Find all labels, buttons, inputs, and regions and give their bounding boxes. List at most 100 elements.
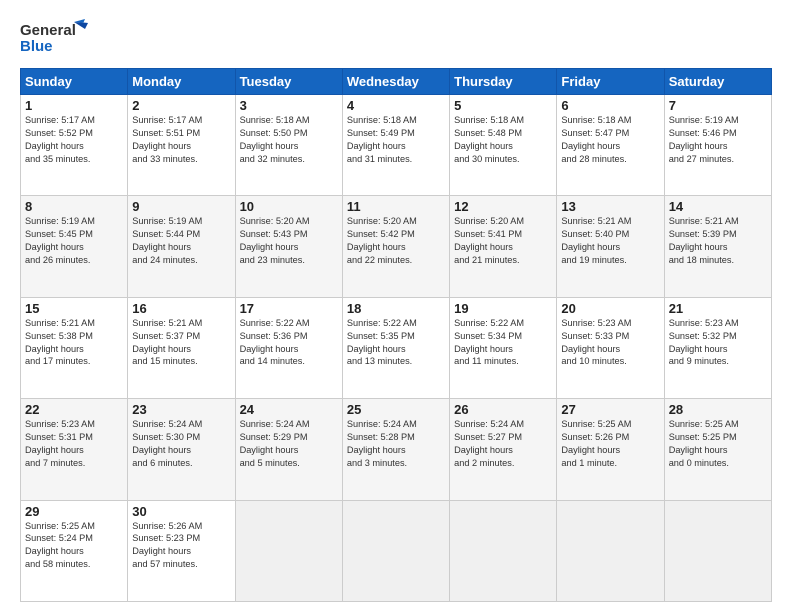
calendar-week-3: 15 Sunrise: 5:21 AMSunset: 5:38 PMDayligh… (21, 297, 772, 398)
calendar-cell: 10 Sunrise: 5:20 AMSunset: 5:43 PMDayligh… (235, 196, 342, 297)
day-number: 1 (25, 98, 123, 113)
day-number: 28 (669, 402, 767, 417)
cell-info: Sunrise: 5:19 AMSunset: 5:46 PMDaylight … (669, 115, 739, 164)
calendar-cell: 30Sunrise: 5:26 AMSunset: 5:23 PMDayligh… (128, 500, 235, 601)
calendar-header-saturday: Saturday (664, 69, 771, 95)
day-number: 8 (25, 199, 123, 214)
calendar-cell: 3Sunrise: 5:18 AMSunset: 5:50 PMDaylight… (235, 95, 342, 196)
day-number: 22 (25, 402, 123, 417)
day-number: 15 (25, 301, 123, 316)
cell-info: Sunrise: 5:24 AMSunset: 5:28 PMDaylight … (347, 419, 417, 468)
day-number: 7 (669, 98, 767, 113)
calendar-header-sunday: Sunday (21, 69, 128, 95)
cell-info: Sunrise: 5:25 AMSunset: 5:25 PMDaylight … (669, 419, 739, 468)
calendar-week-5: 29 Sunrise: 5:25 AMSunset: 5:24 PMDayligh… (21, 500, 772, 601)
day-number: 16 (132, 301, 230, 316)
day-number: 14 (669, 199, 767, 214)
calendar-week-4: 22 Sunrise: 5:23 AMSunset: 5:31 PMDayligh… (21, 399, 772, 500)
calendar-week-2: 8 Sunrise: 5:19 AMSunset: 5:45 PMDaylight… (21, 196, 772, 297)
calendar-cell: 7 Sunrise: 5:19 AMSunset: 5:46 PMDaylight… (664, 95, 771, 196)
cell-info: Sunrise: 5:25 AMSunset: 5:26 PMDaylight … (561, 419, 631, 468)
cell-info: Sunrise: 5:19 AMSunset: 5:45 PMDaylight … (25, 216, 95, 265)
day-number: 27 (561, 402, 659, 417)
calendar-cell: 18 Sunrise: 5:22 AMSunset: 5:35 PMDayligh… (342, 297, 449, 398)
calendar-header-wednesday: Wednesday (342, 69, 449, 95)
cell-info: Sunrise: 5:20 AMSunset: 5:43 PMDaylight … (240, 216, 310, 265)
day-number: 18 (347, 301, 445, 316)
calendar-cell: 1 Sunrise: 5:17 AMSunset: 5:52 PMDaylight… (21, 95, 128, 196)
cell-info: Sunrise: 5:20 AMSunset: 5:41 PMDaylight … (454, 216, 524, 265)
cell-info: Sunrise: 5:17 AMSunset: 5:51 PMDaylight … (132, 115, 202, 164)
calendar-header-thursday: Thursday (450, 69, 557, 95)
day-number: 25 (347, 402, 445, 417)
cell-info: Sunrise: 5:22 AMSunset: 5:34 PMDaylight … (454, 318, 524, 367)
cell-info: Sunrise: 5:23 AMSunset: 5:33 PMDaylight … (561, 318, 631, 367)
cell-info: Sunrise: 5:22 AMSunset: 5:36 PMDaylight … (240, 318, 310, 367)
svg-text:Blue: Blue (20, 38, 53, 55)
calendar-cell: 17 Sunrise: 5:22 AMSunset: 5:36 PMDayligh… (235, 297, 342, 398)
day-number: 26 (454, 402, 552, 417)
cell-info: Sunrise: 5:21 AMSunset: 5:39 PMDaylight … (669, 216, 739, 265)
day-number: 4 (347, 98, 445, 113)
calendar-cell (557, 500, 664, 601)
calendar-cell: 15 Sunrise: 5:21 AMSunset: 5:38 PMDayligh… (21, 297, 128, 398)
calendar-cell: 19 Sunrise: 5:22 AMSunset: 5:34 PMDayligh… (450, 297, 557, 398)
calendar-cell: 5 Sunrise: 5:18 AMSunset: 5:48 PMDaylight… (450, 95, 557, 196)
cell-info: Sunrise: 5:23 AMSunset: 5:31 PMDaylight … (25, 419, 95, 468)
calendar-cell (450, 500, 557, 601)
cell-info: Sunrise: 5:17 AMSunset: 5:52 PMDaylight … (25, 115, 95, 164)
calendar-cell (342, 500, 449, 601)
day-number: 23 (132, 402, 230, 417)
cell-info: Sunrise: 5:24 AMSunset: 5:30 PMDaylight … (132, 419, 202, 468)
calendar-cell: 12 Sunrise: 5:20 AMSunset: 5:41 PMDayligh… (450, 196, 557, 297)
calendar-cell: 25 Sunrise: 5:24 AMSunset: 5:28 PMDayligh… (342, 399, 449, 500)
day-number: 19 (454, 301, 552, 316)
calendar-cell: 14 Sunrise: 5:21 AMSunset: 5:39 PMDayligh… (664, 196, 771, 297)
calendar-cell: 9 Sunrise: 5:19 AMSunset: 5:44 PMDaylight… (128, 196, 235, 297)
svg-text:General: General (20, 22, 76, 39)
cell-info: Sunrise: 5:18 AMSunset: 5:49 PMDaylight … (347, 115, 417, 164)
page: GeneralBlue SundayMondayTuesdayWednesday… (0, 0, 792, 612)
cell-info: Sunrise: 5:18 AMSunset: 5:48 PMDaylight … (454, 115, 524, 164)
calendar-cell: 8 Sunrise: 5:19 AMSunset: 5:45 PMDaylight… (21, 196, 128, 297)
day-number: 13 (561, 199, 659, 214)
cell-info: Sunrise: 5:23 AMSunset: 5:32 PMDaylight … (669, 318, 739, 367)
day-number: 2 (132, 98, 230, 113)
calendar-week-1: 1 Sunrise: 5:17 AMSunset: 5:52 PMDaylight… (21, 95, 772, 196)
day-number: 12 (454, 199, 552, 214)
calendar-header-tuesday: Tuesday (235, 69, 342, 95)
calendar-header-row: SundayMondayTuesdayWednesdayThursdayFrid… (21, 69, 772, 95)
calendar-cell (664, 500, 771, 601)
calendar-header-friday: Friday (557, 69, 664, 95)
day-number: 3 (240, 98, 338, 113)
calendar-cell: 16Sunrise: 5:21 AMSunset: 5:37 PMDayligh… (128, 297, 235, 398)
day-number: 5 (454, 98, 552, 113)
day-number: 11 (347, 199, 445, 214)
calendar-cell: 29 Sunrise: 5:25 AMSunset: 5:24 PMDayligh… (21, 500, 128, 601)
logo-svg: GeneralBlue (20, 18, 90, 58)
logo: GeneralBlue (20, 18, 90, 58)
calendar-cell (235, 500, 342, 601)
calendar-cell: 26Sunrise: 5:24 AMSunset: 5:27 PMDayligh… (450, 399, 557, 500)
calendar-cell: 21Sunrise: 5:23 AMSunset: 5:32 PMDayligh… (664, 297, 771, 398)
day-number: 29 (25, 504, 123, 519)
calendar-cell: 24Sunrise: 5:24 AMSunset: 5:29 PMDayligh… (235, 399, 342, 500)
cell-info: Sunrise: 5:21 AMSunset: 5:38 PMDaylight … (25, 318, 95, 367)
cell-info: Sunrise: 5:20 AMSunset: 5:42 PMDaylight … (347, 216, 417, 265)
day-number: 17 (240, 301, 338, 316)
calendar-cell: 6 Sunrise: 5:18 AMSunset: 5:47 PMDaylight… (557, 95, 664, 196)
day-number: 24 (240, 402, 338, 417)
day-number: 6 (561, 98, 659, 113)
day-number: 9 (132, 199, 230, 214)
calendar-table: SundayMondayTuesdayWednesdayThursdayFrid… (20, 68, 772, 602)
cell-info: Sunrise: 5:25 AMSunset: 5:24 PMDaylight … (25, 521, 95, 570)
cell-info: Sunrise: 5:19 AMSunset: 5:44 PMDaylight … (132, 216, 202, 265)
calendar-cell: 2 Sunrise: 5:17 AMSunset: 5:51 PMDaylight… (128, 95, 235, 196)
day-number: 20 (561, 301, 659, 316)
calendar-cell: 22 Sunrise: 5:23 AMSunset: 5:31 PMDayligh… (21, 399, 128, 500)
day-number: 10 (240, 199, 338, 214)
calendar-cell: 23 Sunrise: 5:24 AMSunset: 5:30 PMDayligh… (128, 399, 235, 500)
calendar-cell: 4 Sunrise: 5:18 AMSunset: 5:49 PMDaylight… (342, 95, 449, 196)
cell-info: Sunrise: 5:18 AMSunset: 5:47 PMDaylight … (561, 115, 631, 164)
cell-info: Sunrise: 5:22 AMSunset: 5:35 PMDaylight … (347, 318, 417, 367)
